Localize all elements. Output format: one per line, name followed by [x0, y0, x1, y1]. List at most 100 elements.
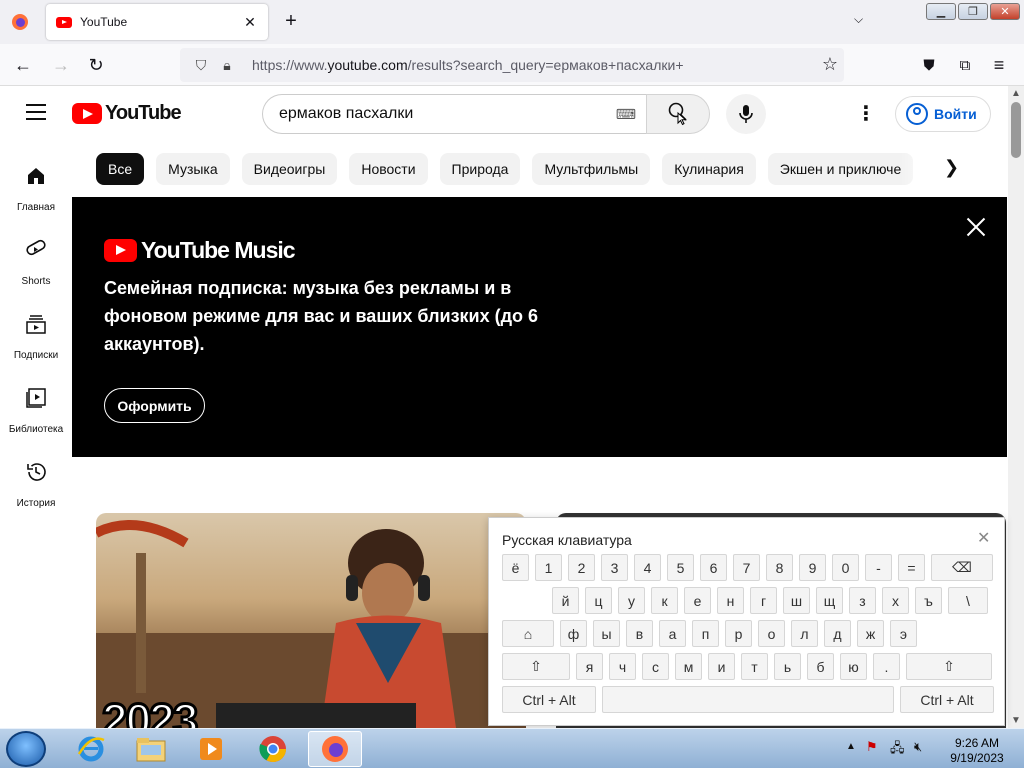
reload-icon[interactable]: ↻: [85, 54, 107, 76]
space-key[interactable]: [602, 686, 894, 713]
key[interactable]: ш: [783, 587, 810, 614]
show-hidden-icons-icon[interactable]: ▲: [846, 741, 856, 752]
key[interactable]: б: [807, 653, 834, 680]
firefox-taskbar-icon[interactable]: [308, 731, 362, 767]
network-icon[interactable]: 🖧︎: [890, 739, 905, 761]
key[interactable]: ф: [560, 620, 587, 647]
tab-youtube[interactable]: YouTube ✕: [46, 4, 268, 40]
forward-arrow-icon[interactable]: →: [50, 54, 72, 76]
url-text[interactable]: https://www.youtube.com/results?search_q…: [252, 57, 684, 73]
key[interactable]: о: [758, 620, 785, 647]
key[interactable]: а: [659, 620, 686, 647]
key[interactable]: щ: [816, 587, 843, 614]
key[interactable]: э: [890, 620, 917, 647]
start-button[interactable]: [6, 731, 46, 767]
bookmark-star-icon[interactable]: ☆: [822, 54, 838, 75]
taskbar-clock[interactable]: 9:26 AM 9/19/2023: [942, 736, 1012, 766]
keyboard-close-icon[interactable]: ✕: [977, 528, 990, 548]
url-bar[interactable]: ⛉ 🔒︎ https://www.youtube.com/results?sea…: [180, 48, 844, 82]
key[interactable]: 0: [832, 554, 859, 581]
shield-icon[interactable]: ⛉: [190, 57, 212, 74]
key[interactable]: 6: [700, 554, 727, 581]
sidebar-item-history[interactable]: История: [0, 458, 72, 509]
key[interactable]: в: [626, 620, 653, 647]
key[interactable]: .: [873, 653, 900, 680]
app-menu-icon[interactable]: ≡: [988, 54, 1010, 76]
key[interactable]: ч: [609, 653, 636, 680]
chip-nature[interactable]: Природа: [439, 153, 521, 185]
key[interactable]: -: [865, 554, 892, 581]
lock-icon[interactable]: 🔒︎: [216, 57, 238, 74]
key[interactable]: к: [651, 587, 678, 614]
key[interactable]: ь: [774, 653, 801, 680]
chip-videogames[interactable]: Видеоигры: [241, 153, 338, 185]
subscribe-button[interactable]: Оформить: [104, 388, 205, 423]
chip-cooking[interactable]: Кулинария: [662, 153, 756, 185]
keyboard-icon[interactable]: ⌨: [616, 106, 636, 123]
key[interactable]: 7: [733, 554, 760, 581]
window-restore-button[interactable]: ❐: [958, 3, 988, 20]
shift-left-key-icon[interactable]: ⇧: [502, 653, 570, 680]
voice-search-button[interactable]: [726, 94, 766, 134]
key[interactable]: ж: [857, 620, 884, 647]
scroll-down-arrow-icon[interactable]: ▼: [1011, 715, 1021, 726]
key[interactable]: е: [684, 587, 711, 614]
key[interactable]: 4: [634, 554, 661, 581]
search-button[interactable]: [646, 94, 710, 134]
key[interactable]: ъ: [915, 587, 942, 614]
key[interactable]: 5: [667, 554, 694, 581]
window-minimize-button[interactable]: ▁: [926, 3, 956, 20]
key[interactable]: ю: [840, 653, 867, 680]
internet-explorer-icon[interactable]: [64, 731, 118, 767]
key[interactable]: =: [898, 554, 925, 581]
sidebar-item-subscriptions[interactable]: Подписки: [0, 310, 72, 361]
key[interactable]: п: [692, 620, 719, 647]
key[interactable]: х: [882, 587, 909, 614]
key[interactable]: т: [741, 653, 768, 680]
firefox-icon[interactable]: [6, 8, 34, 36]
action-center-flag-icon[interactable]: ⚑: [866, 739, 878, 755]
chevron-right-icon[interactable]: ❯: [944, 157, 959, 178]
key[interactable]: й: [552, 587, 579, 614]
list-all-tabs-chevron-icon[interactable]: ⌵: [854, 12, 863, 27]
sidebar-item-home[interactable]: Главная: [0, 162, 72, 213]
back-arrow-icon[interactable]: ←: [12, 54, 34, 76]
chip-all[interactable]: Все: [96, 153, 145, 185]
youtube-logo[interactable]: YouTube: [72, 102, 182, 125]
shift-right-key-icon[interactable]: ⇧: [906, 653, 992, 680]
scrollbar-thumb[interactable]: [1011, 102, 1021, 158]
backspace-key-icon[interactable]: ⌫: [931, 554, 993, 581]
key[interactable]: ц: [585, 587, 612, 614]
new-tab-button[interactable]: +: [280, 10, 302, 32]
sidebar-item-library[interactable]: Библиотека: [0, 384, 72, 435]
close-icon[interactable]: [964, 215, 988, 239]
sign-in-button[interactable]: Войти: [895, 96, 991, 132]
search-query-text[interactable]: ермаков пасхалки: [279, 105, 616, 123]
key[interactable]: н: [717, 587, 744, 614]
key[interactable]: 1: [535, 554, 562, 581]
key[interactable]: и: [708, 653, 735, 680]
key[interactable]: \: [948, 587, 988, 614]
window-close-button[interactable]: ✕: [990, 3, 1020, 20]
key[interactable]: 8: [766, 554, 793, 581]
ctrl-alt-key[interactable]: Ctrl + Alt: [900, 686, 994, 713]
key[interactable]: 2: [568, 554, 595, 581]
more-options-icon[interactable]: ⋮: [856, 102, 876, 126]
chip-music[interactable]: Музыка: [156, 153, 230, 185]
key[interactable]: м: [675, 653, 702, 680]
page-scrollbar[interactable]: ▲ ▼: [1008, 86, 1024, 728]
key[interactable]: д: [824, 620, 851, 647]
key[interactable]: г: [750, 587, 777, 614]
chip-cartoons[interactable]: Мультфильмы: [532, 153, 651, 185]
ctrl-alt-key[interactable]: Ctrl + Alt: [502, 686, 596, 713]
home-key-icon[interactable]: ⌂: [502, 620, 554, 647]
file-explorer-icon[interactable]: [124, 731, 178, 767]
menu-icon[interactable]: [26, 104, 46, 120]
key[interactable]: я: [576, 653, 603, 680]
pocket-icon[interactable]: ⛊: [918, 54, 940, 76]
key[interactable]: 9: [799, 554, 826, 581]
key[interactable]: ы: [593, 620, 620, 647]
scroll-up-arrow-icon[interactable]: ▲: [1011, 88, 1021, 99]
chip-news[interactable]: Новости: [349, 153, 428, 185]
search-input[interactable]: ермаков пасхалки ⌨: [262, 94, 648, 134]
